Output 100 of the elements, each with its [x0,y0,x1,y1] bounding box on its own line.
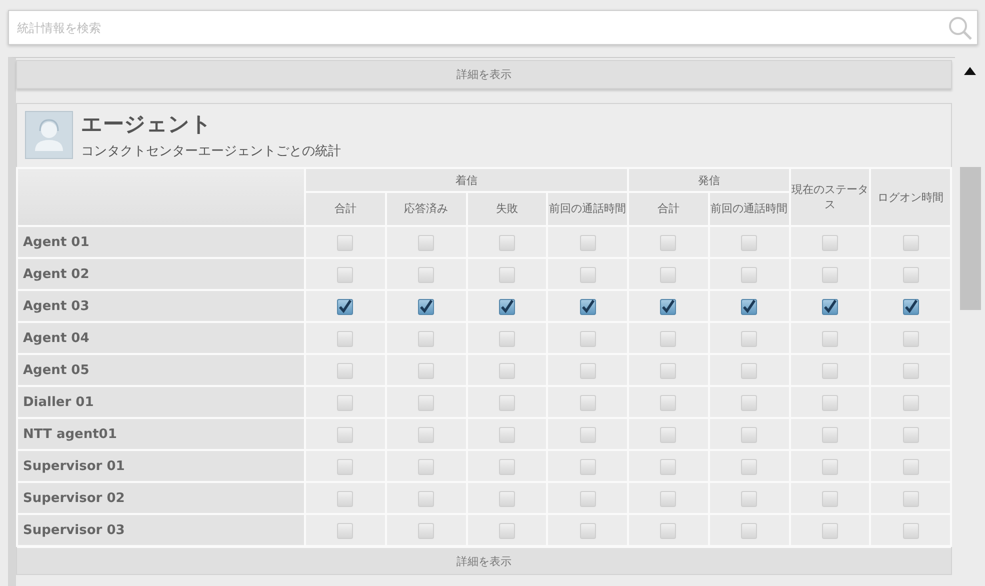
checkbox[interactable] [418,523,434,540]
checkbox[interactable] [902,363,919,380]
agent-name: Supervisor 01 [17,450,305,482]
checkbox[interactable] [580,523,596,540]
agent-name: Agent 05 [17,354,305,386]
column-header: 応答済み [386,192,466,226]
checkbox[interactable] [741,523,758,540]
column-header: ログオン時間 [870,168,951,226]
checkbox[interactable] [822,267,838,284]
checkbox[interactable] [580,267,596,284]
checkbox[interactable] [337,331,354,348]
checkbox[interactable] [580,395,596,412]
checkbox[interactable] [822,299,838,316]
checkbox[interactable] [418,491,434,508]
checkbox[interactable] [580,299,596,316]
section-title: エージェント [81,111,213,137]
checkbox[interactable] [337,235,354,252]
checkbox[interactable] [902,299,919,316]
checkbox[interactable] [741,331,758,348]
checkbox[interactable] [660,363,676,380]
checkbox[interactable] [660,331,676,348]
checkbox[interactable] [580,235,596,252]
column-header: 合計 [305,192,386,226]
checkbox[interactable] [337,299,354,316]
agent-name: Supervisor 02 [17,482,305,514]
checkbox[interactable] [822,363,838,380]
checkbox[interactable] [741,395,758,412]
show-details-button[interactable]: 詳細を表示 [17,547,951,574]
checkbox[interactable] [902,395,919,412]
checkbox[interactable] [822,523,838,540]
checkbox[interactable] [660,523,676,540]
checkbox[interactable] [418,267,434,284]
checkbox[interactable] [498,235,515,252]
checkbox[interactable] [498,299,515,316]
checkbox[interactable] [902,331,919,348]
search-icon[interactable] [948,16,972,40]
checkbox[interactable] [660,299,676,316]
checkbox[interactable] [418,459,434,476]
show-details-button[interactable]: 詳細を表示 [16,60,952,89]
checkbox[interactable] [741,427,758,444]
checkbox[interactable] [498,459,515,476]
column-group-header: 着信 [305,168,628,192]
checkbox[interactable] [498,523,515,540]
checkbox[interactable] [337,491,354,508]
search-field[interactable]: 統計情報を検索 [8,10,978,45]
checkbox[interactable] [498,491,515,508]
checkbox[interactable] [337,459,354,476]
checkbox[interactable] [580,331,596,348]
checkbox[interactable] [498,427,515,444]
checkbox[interactable] [741,491,758,508]
checkbox[interactable] [660,267,676,284]
checkbox[interactable] [660,491,676,508]
checkbox[interactable] [660,395,676,412]
checkbox[interactable] [418,331,434,348]
checkbox[interactable] [741,235,758,252]
checkbox[interactable] [822,491,838,508]
checkbox[interactable] [741,363,758,380]
checkbox[interactable] [498,267,515,284]
section-subtitle: コンタクトセンターエージェントごとの統計 [81,143,341,160]
checkbox[interactable] [902,427,919,444]
agent-name: Agent 04 [17,322,305,354]
checkbox[interactable] [418,427,434,444]
checkbox[interactable] [498,363,515,380]
checkbox[interactable] [822,235,838,252]
user-icon [25,111,73,159]
checkbox[interactable] [580,363,596,380]
checkbox[interactable] [822,427,838,444]
checkbox[interactable] [660,427,676,444]
checkbox[interactable] [902,235,919,252]
checkbox[interactable] [741,459,758,476]
checkbox[interactable] [498,331,515,348]
checkbox[interactable] [418,299,434,316]
checkbox[interactable] [741,299,758,316]
checkbox[interactable] [822,331,838,348]
checkbox[interactable] [902,523,919,540]
checkbox[interactable] [337,523,354,540]
checkbox[interactable] [902,267,919,284]
checkbox[interactable] [337,363,354,380]
agent-name: Dialler 01 [17,386,305,418]
checkbox[interactable] [660,235,676,252]
checkbox[interactable] [337,427,354,444]
scrollbar-thumb[interactable] [960,167,980,310]
checkbox[interactable] [580,491,596,508]
checkbox[interactable] [580,459,596,476]
agent-name: Supervisor 03 [17,514,305,546]
checkbox[interactable] [337,395,354,412]
checkbox[interactable] [580,427,596,444]
checkbox[interactable] [902,491,919,508]
checkbox[interactable] [337,267,354,284]
column-header: 現在のステータス [790,168,870,226]
checkbox[interactable] [418,235,434,252]
scroll-up-icon[interactable] [964,67,976,75]
checkbox[interactable] [902,459,919,476]
checkbox[interactable] [418,363,434,380]
checkbox[interactable] [660,459,676,476]
checkbox[interactable] [418,395,434,412]
checkbox[interactable] [822,395,838,412]
checkbox[interactable] [741,267,758,284]
checkbox[interactable] [498,395,515,412]
checkbox[interactable] [822,459,838,476]
